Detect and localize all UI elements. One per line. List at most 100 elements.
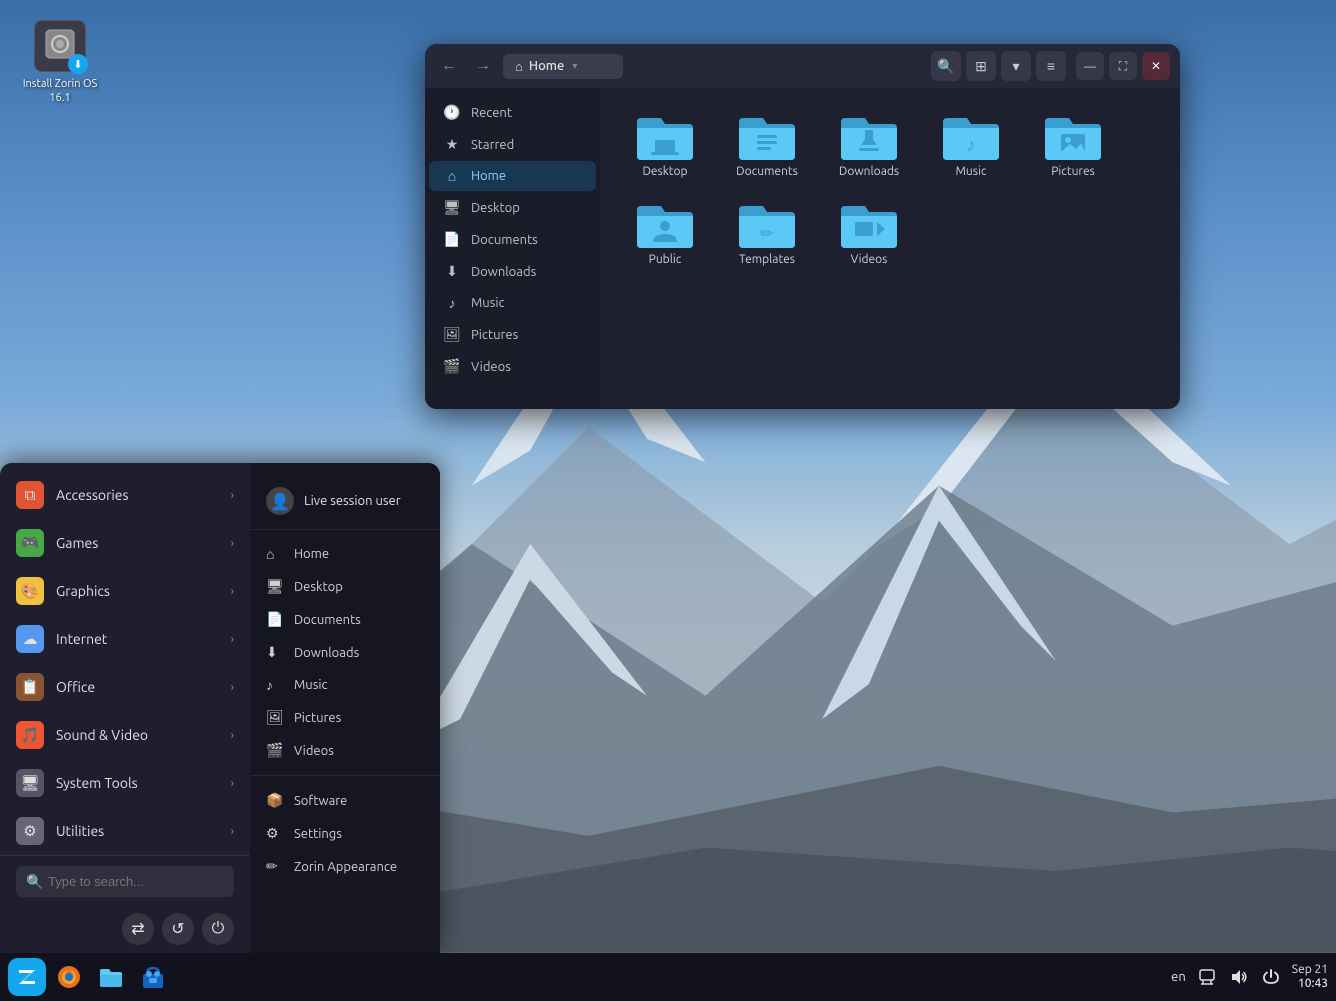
utilities-icon: ⚙ [16, 817, 44, 845]
fm-sidebar-starred[interactable]: ★ Starred [429, 129, 596, 160]
right-music-item[interactable]: ♪ Music [250, 669, 440, 701]
right-pictures-label: Pictures [294, 711, 341, 725]
fm-desktop-label: Desktop [471, 201, 520, 215]
store-icon [140, 964, 166, 990]
right-settings-label: Settings [294, 827, 342, 841]
right-zorin-appearance-item[interactable]: ✏ Zorin Appearance [250, 850, 440, 883]
right-videos-item[interactable]: 🎬 Videos [250, 734, 440, 767]
right-documents-item[interactable]: 📄 Documents [250, 603, 440, 636]
fm-maximize-button[interactable]: ⛶ [1109, 52, 1137, 80]
user-label: Live session user [304, 494, 401, 508]
fm-sidebar-videos[interactable]: 🎬 Videos [429, 351, 596, 382]
fm-sidebar-desktop[interactable]: 🖥 Desktop [429, 192, 596, 223]
office-arrow: › [231, 681, 234, 694]
taskbar-volume-icon[interactable] [1228, 966, 1250, 988]
fm-view-options-button[interactable]: ▾ [1001, 51, 1031, 81]
right-home-item[interactable]: ⌂ Home [250, 538, 440, 570]
switch-user-button[interactable]: ⇄ [122, 913, 154, 945]
right-documents-icon: 📄 [266, 611, 282, 628]
desktop-install-icon[interactable]: ⬇ Install Zorin OS 16.1 [20, 20, 100, 106]
right-software-item[interactable]: 📦 Software [250, 784, 440, 817]
power-button[interactable]: ⏻ [202, 913, 234, 945]
folder-documents[interactable]: Documents [722, 104, 812, 184]
fm-videos-label: Videos [471, 360, 511, 374]
folder-desktop-label: Desktop [642, 165, 687, 178]
fm-sidebar-recent[interactable]: 🕐 Recent [429, 97, 596, 128]
fm-folder-grid: Desktop Documents [620, 104, 1160, 272]
fm-sidebar-downloads[interactable]: ⬇ Downloads [429, 256, 596, 287]
fm-pictures-label: Pictures [471, 328, 518, 342]
taskbar-notifications-icon[interactable] [1196, 966, 1218, 988]
right-downloads-item[interactable]: ⬇ Downloads [250, 636, 440, 669]
fm-search-button[interactable]: 🔍 [931, 51, 961, 81]
folder-music[interactable]: ♪ Music [926, 104, 1016, 184]
app-menu-item-system-tools[interactable]: 🖥 System Tools › [0, 759, 250, 807]
taskbar-zorin-button[interactable] [8, 958, 46, 996]
fm-location-bar[interactable]: ⌂ Home ▾ [503, 54, 623, 79]
fm-titlebar: ← → ⌂ Home ▾ 🔍 ⊞ ▾ ≡ — ⛶ ✕ [425, 44, 1180, 88]
right-pictures-item[interactable]: 🖼 Pictures [250, 701, 440, 734]
folder-templates-label: Templates [739, 253, 795, 266]
app-menu-item-graphics[interactable]: 🎨 Graphics › [0, 567, 250, 615]
folder-templates[interactable]: ✏ Templates [722, 192, 812, 272]
fm-sidebar-pictures[interactable]: 🖼 Pictures [429, 319, 596, 350]
fm-sidebar-documents[interactable]: 📄 Documents [429, 224, 596, 255]
folder-videos[interactable]: Videos [824, 192, 914, 272]
app-menu-item-internet[interactable]: ☁ Internet › [0, 615, 250, 663]
fm-view-button[interactable]: ⊞ [966, 51, 996, 81]
right-pictures-icon: 🖼 [266, 709, 282, 726]
folder-pictures[interactable]: Pictures [1028, 104, 1118, 184]
music-sidebar-icon: ♪ [443, 295, 461, 311]
app-menu-item-sound-video[interactable]: 🎵 Sound & Video › [0, 711, 250, 759]
right-home-icon: ⌂ [266, 546, 282, 562]
folder-downloads[interactable]: Downloads [824, 104, 914, 184]
utilities-arrow: › [231, 825, 234, 838]
fm-close-button[interactable]: ✕ [1142, 52, 1170, 80]
fm-forward-button[interactable]: → [469, 52, 497, 80]
fm-minimize-button[interactable]: — [1076, 52, 1104, 80]
fm-back-button[interactable]: ← [435, 52, 463, 80]
fm-menu-button[interactable]: ≡ [1036, 51, 1066, 81]
system-tools-arrow: › [231, 777, 234, 790]
folder-videos-icon [837, 198, 901, 250]
right-music-label: Music [294, 678, 328, 692]
folder-public-icon [633, 198, 697, 250]
app-menu-categories: ⧉ Accessories › 🎮 Games › 🎨 Graphics › ☁… [0, 463, 250, 953]
folder-documents-label: Documents [736, 165, 798, 178]
folder-desktop[interactable]: Desktop [620, 104, 710, 184]
power-icon [1262, 968, 1280, 986]
sound-video-icon: 🎵 [16, 721, 44, 749]
taskbar-store-button[interactable] [134, 958, 172, 996]
downloads-sidebar-icon: ⬇ [443, 263, 461, 280]
refresh-button[interactable]: ↺ [162, 913, 194, 945]
files-icon [98, 965, 124, 989]
system-tools-icon: 🖥 [16, 769, 44, 797]
app-menu-item-accessories[interactable]: ⧉ Accessories › [0, 471, 250, 519]
folder-public[interactable]: Public [620, 192, 710, 272]
app-menu-item-office[interactable]: 📋 Office › [0, 663, 250, 711]
fm-sidebar-home[interactable]: ⌂ Home [429, 161, 596, 191]
fm-chevron-icon: ▾ [572, 60, 577, 72]
install-icon-img: ⬇ [34, 20, 86, 72]
taskbar-firefox-button[interactable] [50, 958, 88, 996]
taskbar-power-icon[interactable] [1260, 966, 1282, 988]
utilities-label: Utilities [56, 823, 104, 839]
fm-location-text: Home [529, 59, 564, 73]
right-divider [250, 775, 440, 776]
right-settings-item[interactable]: ⚙ Settings [250, 817, 440, 850]
install-icon-label: Install Zorin OS 16.1 [20, 77, 100, 106]
taskbar-files-button[interactable] [92, 958, 130, 996]
graphics-arrow: › [231, 585, 234, 598]
app-menu-item-games[interactable]: 🎮 Games › [0, 519, 250, 567]
search-icon: 🔍 [26, 873, 43, 890]
app-menu-item-utilities[interactable]: ⚙ Utilities › [0, 807, 250, 855]
accessories-label: Accessories [56, 487, 129, 503]
taskbar-time: 10:43 [1298, 977, 1328, 991]
fm-toolbar-right: 🔍 ⊞ ▾ ≡ — ⛶ ✕ [931, 51, 1170, 81]
right-desktop-item[interactable]: 🖥 Desktop [250, 570, 440, 603]
app-search-input[interactable] [16, 866, 234, 897]
fm-sidebar-music[interactable]: ♪ Music [429, 288, 596, 318]
zorin-logo-icon [16, 966, 38, 988]
firefox-icon [55, 963, 83, 991]
user-avatar-icon: 👤 [266, 487, 294, 515]
